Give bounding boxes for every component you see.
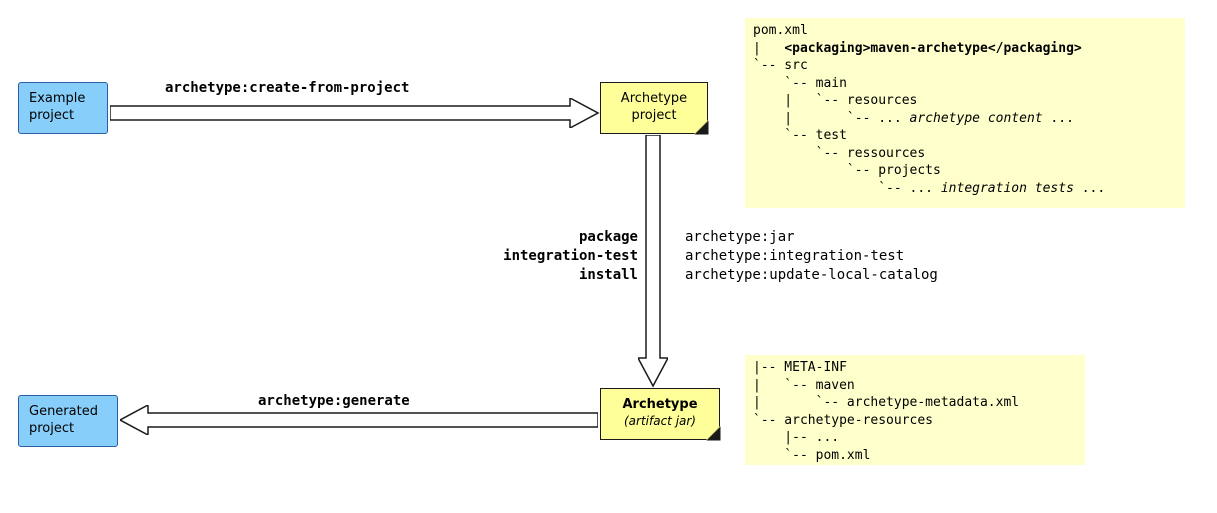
archetype-artifact-box: Archetype (artifact jar) — [600, 388, 720, 440]
label-goals-2: archetype:integration-test — [685, 247, 938, 266]
label-archetype-goals: archetype:jar archetype:integration-test… — [685, 228, 938, 285]
pb-l6: `-- pom.xml — [753, 448, 870, 463]
pt-l10a: `-- ... — [753, 181, 941, 196]
pb-l3: | `-- archetype-metadata.xml — [753, 395, 1019, 410]
label-create-from-project: archetype:create-from-project — [165, 80, 409, 96]
generated-project-label: Generated project — [29, 404, 98, 436]
label-package-phases: package integration-test install — [478, 228, 638, 285]
pt-l10b: integration tests — [941, 181, 1074, 196]
arrow-create-from-project — [110, 98, 600, 128]
pt-l5: | `-- resources — [753, 93, 917, 108]
generated-project-box: Generated project — [18, 395, 118, 447]
label-package-3: install — [478, 266, 638, 285]
pt-l2b: <packaging> — [784, 41, 870, 56]
example-project-label: Example project — [29, 91, 85, 123]
pb-l1: |-- META-INF — [753, 360, 847, 375]
pb-l2: | `-- maven — [753, 378, 855, 393]
pt-l4: `-- main — [753, 76, 847, 91]
arrow-generate — [120, 405, 598, 435]
label-generate-text: archetype:generate — [258, 393, 410, 409]
archetype-artifact-title: Archetype — [622, 397, 697, 412]
pb-l4: `-- archetype-resources — [753, 413, 933, 428]
pt-l9: `-- projects — [753, 163, 941, 178]
pt-l6b: archetype content — [910, 111, 1043, 126]
label-goals-1: archetype:jar — [685, 228, 938, 247]
label-package-1: package — [478, 228, 638, 247]
pt-l2c: maven-archetype — [870, 41, 987, 56]
example-project-box: Example project — [18, 82, 108, 134]
archetype-project-box: Archetype project — [600, 82, 708, 134]
pt-l10c: ... — [1074, 181, 1105, 196]
arrow-package-install — [638, 135, 668, 388]
panel-archetype-jar-tree: |-- META-INF | `-- maven | `-- archetype… — [745, 355, 1085, 465]
label-package-2: integration-test — [478, 247, 638, 266]
pt-l6a: | `-- ... — [753, 111, 910, 126]
pt-l2d: </packaging> — [988, 41, 1082, 56]
archetype-artifact-subtitle: (artifact jar) — [624, 414, 696, 428]
pb-l5: |-- ... — [753, 430, 839, 445]
pt-l7: `-- test — [753, 128, 847, 143]
pt-l3: `-- src — [753, 58, 808, 73]
archetype-project-label: Archetype project — [621, 91, 687, 123]
pt-l6c: ... — [1043, 111, 1074, 126]
panel-archetype-project-tree: pom.xml | <packaging>maven-archetype</pa… — [745, 18, 1185, 208]
label-create-text: archetype:create-from-project — [165, 80, 409, 96]
pt-l8: `-- ressources — [753, 146, 925, 161]
label-generate: archetype:generate — [258, 393, 410, 409]
pt-l2a: | — [753, 41, 784, 56]
pt-l1: pom.xml — [753, 23, 808, 38]
label-goals-3: archetype:update-local-catalog — [685, 266, 938, 285]
